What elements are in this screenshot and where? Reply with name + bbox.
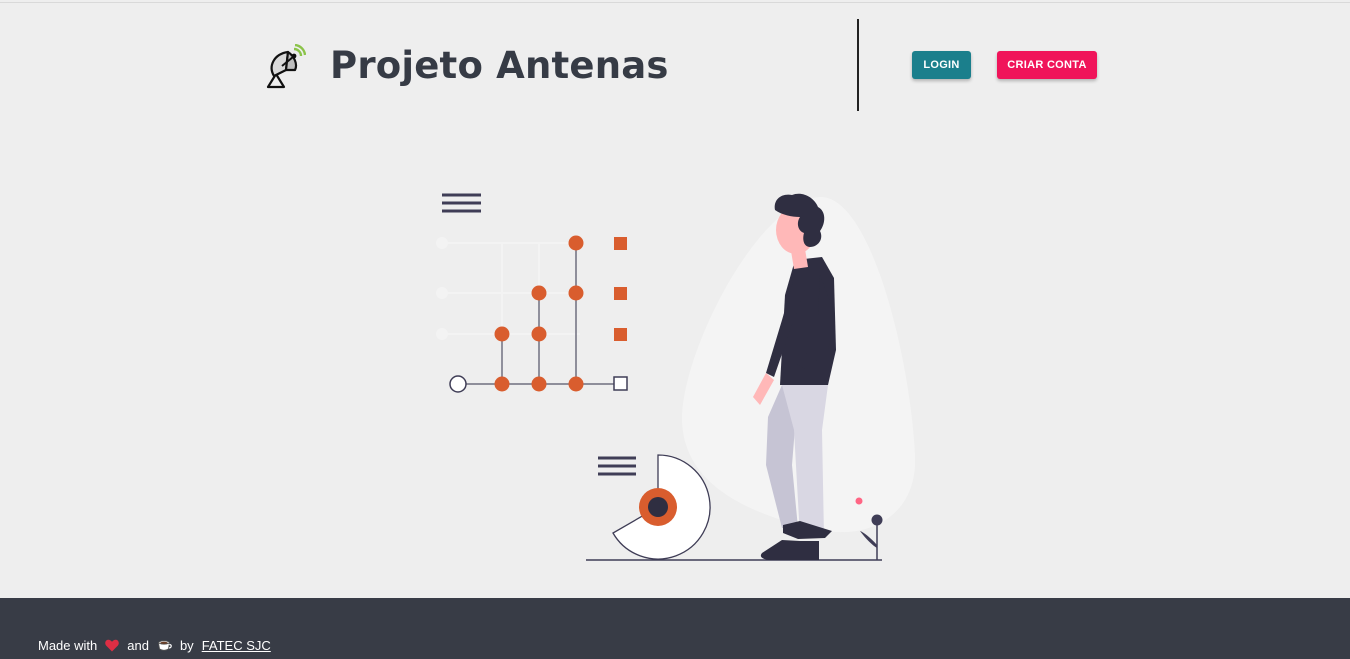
by-text: by (179, 638, 194, 653)
footer-credit: Made with and by FATEC SJC (38, 638, 271, 653)
made-with-text: Made with (38, 638, 98, 653)
satellite-antenna-icon (262, 43, 307, 90)
coffee-icon (157, 639, 172, 652)
menu-lines-icon (442, 193, 481, 213)
menu-lines-icon-2 (598, 456, 636, 476)
heart-icon (105, 639, 120, 652)
create-account-button[interactable]: CRIAR CONTA (997, 51, 1097, 79)
header: Projeto Antenas LOGIN CRIAR CONTA (0, 0, 1350, 130)
and-text: and (127, 638, 149, 653)
fatec-sjc-link[interactable]: FATEC SJC (202, 638, 271, 653)
radial-chart (612, 454, 711, 560)
network-graph (436, 235, 628, 393)
footer: Made with and by FATEC SJC (0, 598, 1350, 659)
hero-illustration (430, 185, 920, 565)
brand-title: Projeto Antenas (330, 44, 669, 87)
login-button[interactable]: LOGIN (912, 51, 971, 79)
header-divider (857, 19, 859, 111)
